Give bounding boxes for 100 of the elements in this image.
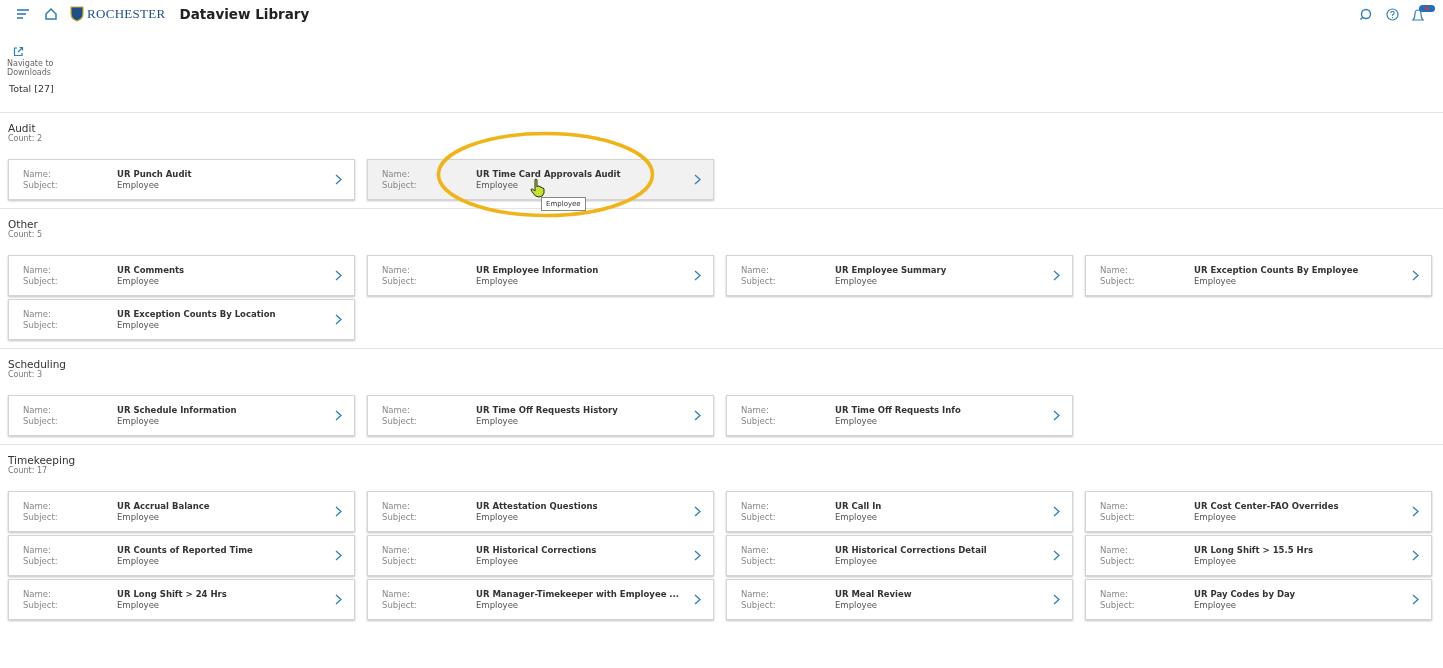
dataview-card[interactable]: Name: Subject: UR Comments Employee [8, 255, 355, 296]
dataview-card[interactable]: Name: Subject: UR Schedule Information Employee [8, 395, 355, 436]
dataview-card[interactable]: Name: Subject: UR Accrual Balance Employee [8, 491, 355, 532]
chevron-right-icon[interactable] [694, 594, 701, 605]
count-value: 2 [37, 134, 43, 143]
name-label: Name: [382, 265, 410, 276]
chevron-right-icon[interactable] [694, 410, 701, 421]
subject-value: Employee [1194, 555, 1237, 566]
dataview-card[interactable]: Name: Subject: UR Employee Information Employee [367, 255, 714, 296]
shield-icon [70, 6, 84, 22]
chevron-right-icon[interactable] [335, 410, 342, 421]
subject-value: Employee [117, 275, 160, 286]
subject-label: Subject: [23, 415, 58, 426]
dataview-name: UR Long Shift > 15.5 Hrs [1194, 545, 1313, 556]
subject-value: Employee [476, 555, 519, 566]
subject-value: Employee [476, 275, 519, 286]
dataview-card[interactable]: Name: Subject: UR Attestation Questions Employee [367, 491, 714, 532]
name-label: Name: [741, 265, 769, 276]
dataview-name: UR Counts of Reported Time [117, 545, 253, 556]
dataview-card[interactable]: Name: Subject: UR Long Shift > 24 Hrs Employee [8, 579, 355, 620]
name-label: Name: [23, 501, 51, 512]
chevron-right-icon[interactable] [694, 506, 701, 517]
subject-value: Employee [835, 555, 878, 566]
chevron-right-icon[interactable] [335, 506, 342, 517]
chevron-right-icon[interactable] [1053, 550, 1060, 561]
notification-bell-icon[interactable] [1411, 5, 1435, 23]
chevron-right-icon[interactable] [1053, 270, 1060, 281]
chevron-right-icon[interactable] [1053, 410, 1060, 421]
chevron-right-icon[interactable] [694, 270, 701, 281]
help-icon[interactable] [1386, 7, 1399, 21]
dataview-name: UR Historical Corrections [476, 545, 597, 556]
chevron-right-icon[interactable] [694, 550, 701, 561]
subject-label: Subject: [1100, 599, 1135, 610]
subject-value: Employee [117, 599, 160, 610]
name-label: Name: [741, 545, 769, 556]
count-value: 3 [37, 370, 43, 379]
chevron-right-icon[interactable] [1053, 506, 1060, 517]
name-label: Name: [23, 545, 51, 556]
menu-icon[interactable] [16, 8, 30, 20]
dataview-name: UR Cost Center-FAO Overrides [1194, 501, 1339, 512]
subject-value: Employee [117, 555, 160, 566]
name-label: Name: [23, 309, 51, 320]
count-label: Count: [8, 370, 35, 379]
dataview-name: UR Exception Counts By Employee [1194, 265, 1359, 276]
dataview-card[interactable]: Name: Subject: UR Cost Center-FAO Overrides Employee [1085, 491, 1432, 532]
subject-value: Employee [1194, 275, 1237, 286]
chevron-right-icon[interactable] [1412, 506, 1419, 517]
search-icon[interactable] [1359, 7, 1372, 21]
dataview-name: UR Schedule Information [117, 405, 237, 416]
section-title: Timekeeping [8, 454, 77, 466]
subject-label: Subject: [23, 511, 58, 522]
dataview-name: UR Time Off Requests Info [835, 405, 961, 416]
subject-value: Employee [835, 275, 878, 286]
dataview-card[interactable]: Name: Subject: UR Employee Summary Employee [726, 255, 1073, 296]
dataview-card[interactable]: Name: Subject: UR Time Off Requests Info Employee [726, 395, 1073, 436]
dataview-card[interactable]: Name: Subject: UR Historical Corrections Employee [367, 535, 714, 576]
count-label: Count: [8, 134, 35, 143]
navigate-to-downloads-link[interactable]: Navigate to Downloads [7, 59, 65, 77]
dataview-card[interactable]: Name: Subject: UR Long Shift > 15.5 Hrs Employee [1085, 535, 1432, 576]
subject-value: Employee [835, 511, 878, 522]
dataview-card[interactable]: Name: Subject: UR Counts of Reported Time Employee [8, 535, 355, 576]
total-count: Total [27] [8, 82, 55, 96]
dataview-card[interactable]: Name: Subject: UR Meal Review Employee [726, 579, 1073, 620]
chevron-right-icon[interactable] [335, 314, 342, 325]
subject-value: Employee [835, 415, 878, 426]
dataview-card[interactable]: Name: Subject: UR Historical Corrections Detail Employee [726, 535, 1073, 576]
subject-value: Employee [117, 319, 160, 330]
chevron-right-icon[interactable] [335, 550, 342, 561]
chevron-right-icon[interactable] [694, 174, 701, 185]
subject-value: Employee [117, 511, 160, 522]
dataview-name: UR Manager-Timekeeper with Employee ... [476, 589, 680, 600]
home-icon[interactable] [44, 7, 58, 21]
name-label: Name: [741, 501, 769, 512]
chevron-right-icon[interactable] [1412, 270, 1419, 281]
dataview-card[interactable]: Name: Subject: UR Time Card Approvals Audit Employee [367, 159, 714, 200]
chevron-right-icon[interactable] [1412, 550, 1419, 561]
dataview-card[interactable]: Name: Subject: UR Time Off Requests History Employee [367, 395, 714, 436]
external-link-icon[interactable] [13, 46, 24, 57]
dataview-card[interactable]: Name: Subject: UR Pay Codes by Day Employee [1085, 579, 1432, 620]
name-label: Name: [1100, 545, 1128, 556]
subject-label: Subject: [23, 555, 58, 566]
chevron-right-icon[interactable] [335, 594, 342, 605]
dataview-card[interactable]: Name: Subject: UR Exception Counts By Location Employee [8, 299, 355, 340]
dataview-card[interactable]: Name: Subject: UR Manager-Timekeeper with Employee ... Employee [367, 579, 714, 620]
chevron-right-icon[interactable] [1053, 594, 1060, 605]
chevron-right-icon[interactable] [335, 270, 342, 281]
subject-label: Subject: [741, 555, 776, 566]
dataview-card[interactable]: Name: Subject: UR Punch Audit Employee [8, 159, 355, 200]
chevron-right-icon[interactable] [335, 174, 342, 185]
chevron-right-icon[interactable] [1412, 594, 1419, 605]
dataview-card[interactable]: Name: Subject: UR Call In Employee [726, 491, 1073, 532]
subject-value: Employee [835, 599, 878, 610]
name-label: Name: [382, 405, 410, 416]
dataview-card[interactable]: Name: Subject: UR Exception Counts By Employee Employee [1085, 255, 1432, 296]
dataview-name: UR Punch Audit [117, 169, 192, 180]
subject-label: Subject: [1100, 555, 1135, 566]
subject-value: Employee [117, 179, 160, 190]
dataview-name: UR Pay Codes by Day [1194, 589, 1295, 600]
subject-label: Subject: [741, 511, 776, 522]
name-label: Name: [23, 589, 51, 600]
